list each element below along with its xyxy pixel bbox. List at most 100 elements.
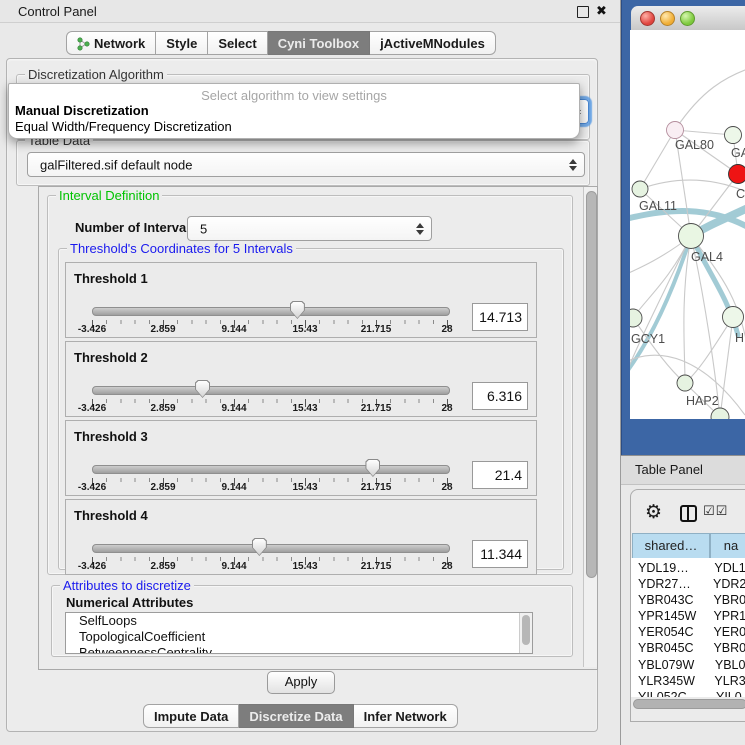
threshold-4-slider[interactable] <box>92 544 450 553</box>
thresholds-group-title: Threshold's Coordinates for 5 Intervals <box>67 241 296 256</box>
table-row[interactable]: YDR27…YDR2 <box>631 576 745 592</box>
table-cell: YBR0 <box>708 592 745 608</box>
settings-scrollbar[interactable] <box>583 187 597 667</box>
attributes-group: Attributes to discretize Numerical Attri… <box>51 585 573 657</box>
network-window-titlebar[interactable] <box>631 6 745 31</box>
table-cell: YER054C <box>631 624 708 640</box>
tick-label: -3.426 <box>78 482 106 493</box>
slider-ticks <box>92 399 449 407</box>
apply-button[interactable]: Apply <box>267 671 335 694</box>
float-window-icon[interactable] <box>577 6 589 18</box>
tab-impute-data[interactable]: Impute Data <box>143 704 239 728</box>
table-hscrollbar-thumb[interactable] <box>633 699 745 709</box>
list-scrollbar-thumb[interactable] <box>522 615 530 645</box>
dropdown-option-equal-width[interactable]: Equal Width/Frequency Discretization <box>15 119 232 134</box>
table-cell: YBR045C <box>631 640 708 656</box>
list-scrollbar[interactable] <box>519 613 532 653</box>
tick-label: 21.715 <box>361 403 392 414</box>
settings-scrollbar-thumb[interactable] <box>586 191 597 578</box>
table-cell: YLR345W <box>631 673 709 689</box>
table-panel-title: Table Panel <box>635 462 703 477</box>
node-label-partial[interactable]: GA <box>731 146 745 160</box>
slider-handle[interactable] <box>290 301 305 319</box>
threshold-3-value-field[interactable] <box>472 461 528 489</box>
node-label-hap2[interactable]: HAP2 <box>686 394 719 408</box>
attribute-list-item[interactable]: SelfLoops <box>66 613 532 629</box>
table-row[interactable]: YIL052CYIL0 <box>631 689 745 697</box>
top-tab-bar: Network Style Select Cyni Toolbox jActiv… <box>66 31 496 55</box>
slider-handle[interactable] <box>195 380 210 398</box>
tab-network[interactable]: Network <box>66 31 156 55</box>
table-row[interactable]: YPR145WYPR1 <box>631 608 745 624</box>
threshold-label: Threshold 1 <box>74 271 148 286</box>
threshold-4-value-field[interactable] <box>472 540 528 568</box>
node-label-partial[interactable]: H <box>735 331 744 345</box>
attribute-list-item[interactable]: BetweennessCentrality <box>66 645 532 654</box>
algorithm-dropdown-popup: Select algorithm to view settings Manual… <box>8 83 580 139</box>
threshold-1-slider[interactable] <box>92 307 450 316</box>
tab-label: Style <box>166 35 197 52</box>
minimize-button-icon[interactable] <box>660 11 675 26</box>
slider-handle[interactable] <box>252 538 267 556</box>
dropdown-option-manual[interactable]: Manual Discretization <box>15 103 149 118</box>
slider-ticks <box>92 478 449 486</box>
node-label-gal80[interactable]: GAL80 <box>675 138 714 152</box>
threshold-4-panel: Threshold 4 -3.4262.8599.14415.4321.7152… <box>65 499 537 575</box>
tab-cyni-toolbox[interactable]: Cyni Toolbox <box>268 31 370 55</box>
zoom-button-icon[interactable] <box>680 11 695 26</box>
table-cell: YDR27… <box>631 576 708 592</box>
number-of-intervals-combo[interactable]: 5 <box>187 216 432 241</box>
tick-label: 28 <box>441 561 452 572</box>
attribute-list-item[interactable]: TopologicalCoefficient <box>66 629 532 645</box>
close-button-icon[interactable] <box>640 11 655 26</box>
control-panel-titlebar[interactable]: Control Panel ✖ <box>0 0 620 23</box>
window-title: Control Panel <box>18 4 97 19</box>
table-row[interactable]: YBR043CYBR0 <box>631 592 745 608</box>
table-row[interactable]: YBL079WYBL0 <box>631 657 745 673</box>
table-row[interactable]: YBR045CYBR0 <box>631 640 745 656</box>
threshold-2-value-field[interactable] <box>472 382 528 410</box>
node-label-gal11[interactable]: GAL11 <box>639 199 677 213</box>
tab-select[interactable]: Select <box>208 31 267 55</box>
node-table[interactable]: YDL19…YDL1YDR27…YDR2YBR043CYBR0YPR145WYP… <box>631 558 745 697</box>
tab-jactivemnodules[interactable]: jActiveMNodules <box>370 31 496 55</box>
tab-style[interactable]: Style <box>156 31 208 55</box>
table-cell: YBR043C <box>631 592 708 608</box>
close-icon[interactable]: ✖ <box>596 3 607 19</box>
threshold-2-panel: Threshold 2 -3.4262.8599.14415.4321.7152… <box>65 341 537 417</box>
tab-label: Discretize Data <box>249 708 342 725</box>
table-cell: YDR2 <box>708 576 745 592</box>
threshold-2-slider[interactable] <box>92 386 450 395</box>
checkbox-icons[interactable]: ☑☑ <box>703 503 728 519</box>
table-row[interactable]: YLR345WYLR3 <box>631 673 745 689</box>
table-data-combo[interactable]: galFiltered.sif default node <box>27 152 585 177</box>
slider-ticks <box>92 320 449 328</box>
tab-discretize-data[interactable]: Discretize Data <box>239 704 353 728</box>
table-row[interactable]: YDL19…YDL1 <box>631 560 745 576</box>
column-header-name[interactable]: na <box>710 533 745 559</box>
threshold-3-slider[interactable] <box>92 465 450 474</box>
tick-label: 9.144 <box>221 324 246 335</box>
dropdown-hint[interactable]: Select algorithm to view settings <box>9 88 579 103</box>
node-label-gal4[interactable]: GAL4 <box>691 250 723 264</box>
column-header-shared[interactable]: shared… <box>632 533 710 559</box>
node-label-gcy1[interactable]: GCY1 <box>631 332 665 346</box>
gear-icon[interactable]: ⚙ <box>645 501 662 524</box>
attributes-list[interactable]: SelfLoopsTopologicalCoefficientBetweenne… <box>65 612 533 654</box>
node-label-partial[interactable]: C <box>736 187 745 201</box>
tick-label: 15.43 <box>292 561 317 572</box>
tab-label: Impute Data <box>154 708 228 725</box>
interval-definition-group: Interval Definition Number of Intervals … <box>47 195 573 575</box>
table-panel-titlebar[interactable]: Table Panel <box>621 455 745 485</box>
combo-arrows-icon <box>416 223 424 235</box>
table-cell: YBL0 <box>710 657 745 673</box>
tick-label: 2.859 <box>150 561 175 572</box>
tab-infer-network[interactable]: Infer Network <box>354 704 458 728</box>
network-canvas[interactable]: GAL80 GA C GAL11 GAL4 GCY1 H HAP2 <box>630 30 745 419</box>
tick-label: 28 <box>441 482 452 493</box>
screen: Control Panel ✖ Network Style <box>0 0 745 745</box>
column-selector-icon[interactable] <box>680 505 697 522</box>
slider-handle[interactable] <box>365 459 380 477</box>
threshold-1-value-field[interactable] <box>472 303 528 331</box>
table-row[interactable]: YER054CYER0 <box>631 624 745 640</box>
